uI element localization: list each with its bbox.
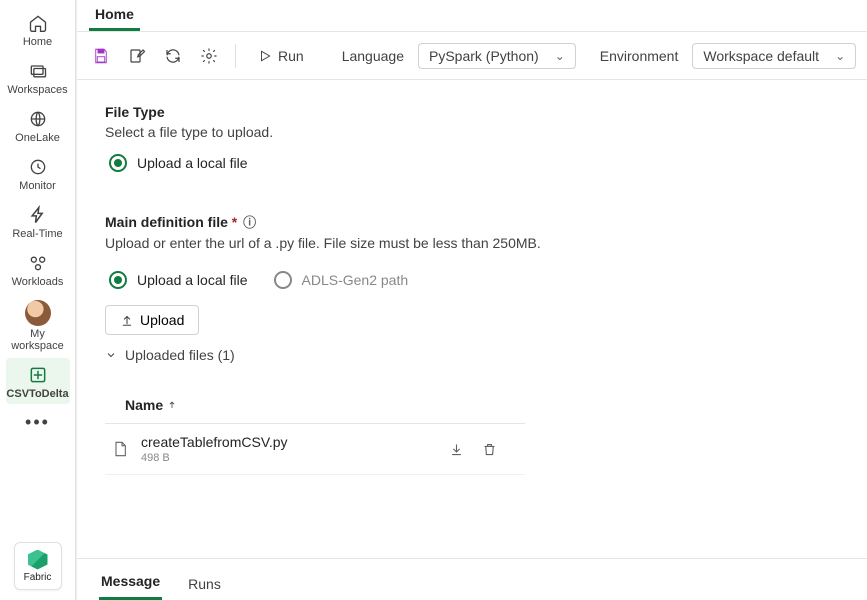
- main-def-desc: Upload or enter the url of a .py file. F…: [105, 235, 839, 251]
- delete-button[interactable]: [482, 442, 497, 457]
- form-content: File Type Select a file type to upload. …: [77, 80, 867, 558]
- fabric-switcher[interactable]: Fabric: [14, 542, 62, 590]
- sidebar-item-workspaces[interactable]: Workspaces: [6, 54, 70, 100]
- chevron-down-icon: ⌄: [555, 49, 565, 63]
- fabric-icon: [28, 550, 48, 570]
- sidebar-item-monitor[interactable]: Monitor: [6, 150, 70, 196]
- file-icon: [109, 440, 131, 458]
- sidebar-item-label: Home: [23, 36, 52, 48]
- run-label: Run: [278, 48, 304, 64]
- refresh-button[interactable]: [159, 42, 187, 70]
- sidebar-item-workloads[interactable]: Workloads: [6, 246, 70, 292]
- radio-label: ADLS-Gen2 path: [302, 272, 409, 288]
- main-def-title: Main definition file * ⓘ: [105, 212, 839, 231]
- upload-label: Upload: [140, 312, 184, 328]
- sidebar-item-my-workspace[interactable]: My workspace: [6, 294, 70, 356]
- radio-label: Upload a local file: [137, 155, 248, 171]
- upload-icon: [120, 313, 134, 327]
- home-icon: [27, 12, 49, 34]
- chevron-down-icon: [105, 349, 117, 361]
- required-asterisk: *: [232, 214, 237, 230]
- onelake-icon: [27, 108, 49, 130]
- radio-on-icon: [109, 154, 127, 172]
- radio-off-icon: [274, 271, 292, 289]
- more-icon: •••: [25, 412, 50, 433]
- language-label: Language: [336, 48, 410, 64]
- sidebar-item-realtime[interactable]: Real-Time: [6, 198, 70, 244]
- sidebar-item-label: My workspace: [6, 328, 70, 352]
- trash-icon: [482, 442, 497, 457]
- environment-value: Workspace default: [703, 48, 819, 64]
- radio-on-icon: [109, 271, 127, 289]
- file-type-option-local[interactable]: Upload a local file: [109, 154, 839, 172]
- table-row: createTablefromCSV.py 498 B: [105, 424, 525, 475]
- left-sidebar: Home Workspaces OneLake Monitor Real-Tim…: [0, 0, 76, 600]
- environment-select[interactable]: Workspace default ⌄: [692, 43, 856, 69]
- sidebar-item-csvtodelta[interactable]: CSVToDelta: [6, 358, 70, 404]
- tab-message[interactable]: Message: [99, 565, 162, 600]
- workloads-icon: [27, 252, 49, 274]
- run-button[interactable]: Run: [248, 44, 314, 68]
- main-definition-section: Main definition file * ⓘ Upload or enter…: [105, 212, 839, 475]
- sidebar-item-label: Monitor: [19, 180, 56, 192]
- table-header-name[interactable]: Name: [105, 391, 525, 424]
- sidebar-item-more[interactable]: •••: [6, 406, 70, 437]
- language-select[interactable]: PySpark (Python) ⌄: [418, 43, 576, 69]
- avatar: [25, 300, 51, 326]
- file-type-section: File Type Select a file type to upload. …: [105, 104, 839, 172]
- sidebar-item-home[interactable]: Home: [6, 6, 70, 52]
- tab-runs[interactable]: Runs: [186, 568, 223, 600]
- settings-button[interactable]: [195, 42, 223, 70]
- fabric-label: Fabric: [24, 572, 52, 583]
- sidebar-item-label: Real-Time: [12, 228, 62, 240]
- main-def-option-local[interactable]: Upload a local file: [109, 271, 248, 289]
- radio-label: Upload a local file: [137, 272, 248, 288]
- upload-button[interactable]: Upload: [105, 305, 199, 335]
- sidebar-item-label: OneLake: [15, 132, 60, 144]
- chevron-down-icon: ⌄: [835, 49, 845, 63]
- sort-asc-icon: [167, 399, 177, 411]
- sidebar-item-label: Workspaces: [7, 84, 67, 96]
- bottom-tabs: Message Runs: [77, 558, 867, 600]
- download-icon: [449, 442, 464, 457]
- file-type-desc: Select a file type to upload.: [105, 124, 839, 140]
- realtime-icon: [27, 204, 49, 226]
- edit-button[interactable]: [123, 42, 151, 70]
- play-icon: [258, 49, 272, 63]
- toolbar: Run Language PySpark (Python) ⌄ Environm…: [77, 32, 867, 80]
- file-type-title: File Type: [105, 104, 839, 120]
- spark-icon: [27, 364, 49, 386]
- language-value: PySpark (Python): [429, 48, 539, 64]
- file-name: createTablefromCSV.py: [141, 434, 449, 450]
- uploaded-files-toggle[interactable]: Uploaded files (1): [105, 347, 839, 363]
- main-area: Home Run Language PySpark (Python) ⌄ Env…: [76, 0, 867, 600]
- main-def-option-adls[interactable]: ADLS-Gen2 path: [274, 271, 409, 289]
- environment-label: Environment: [594, 48, 685, 64]
- sidebar-item-label: CSVToDelta: [6, 388, 68, 400]
- tab-home[interactable]: Home: [89, 0, 140, 31]
- workspaces-icon: [27, 60, 49, 82]
- sidebar-item-label: Workloads: [12, 276, 64, 288]
- save-button[interactable]: [87, 42, 115, 70]
- file-size: 498 B: [141, 452, 449, 464]
- sidebar-item-onelake[interactable]: OneLake: [6, 102, 70, 148]
- top-tabs: Home: [77, 0, 867, 32]
- uploaded-files-table: Name createTablefromCSV.py 498 B: [105, 391, 525, 475]
- monitor-icon: [27, 156, 49, 178]
- uploaded-files-label: Uploaded files (1): [125, 347, 235, 363]
- info-icon[interactable]: ⓘ: [243, 215, 256, 230]
- download-button[interactable]: [449, 442, 464, 457]
